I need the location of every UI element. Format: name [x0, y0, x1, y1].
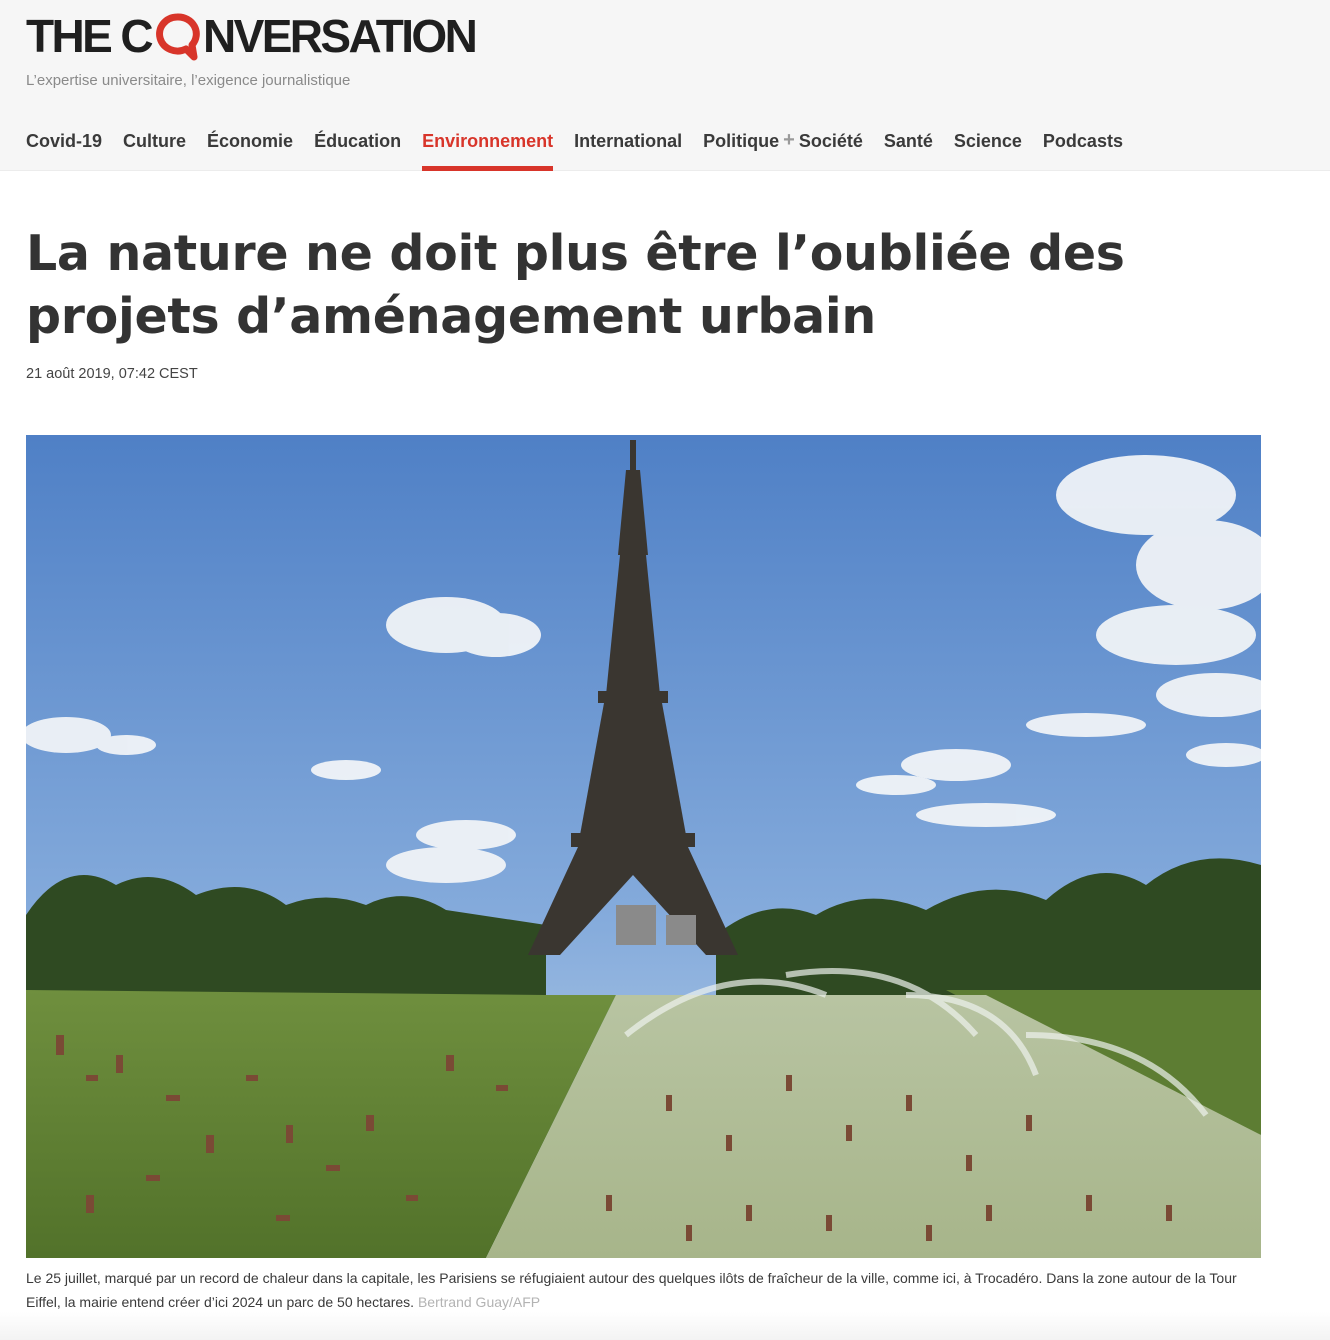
- nav-item-science[interactable]: Science: [954, 118, 1022, 170]
- logo-text-left: THE C: [26, 10, 154, 62]
- image-caption: Le 25 juillet, marqué par un record de c…: [26, 1266, 1261, 1314]
- site-tagline: L’expertise universitaire, l’exigence jo…: [26, 72, 351, 89]
- nav-item-education[interactable]: Éducation: [314, 118, 401, 170]
- site-logo[interactable]: THE C NVERSATION: [26, 10, 478, 62]
- nav-item-international[interactable]: International: [574, 118, 682, 170]
- nav-item-economie[interactable]: Économie: [207, 118, 293, 170]
- article-title: La nature ne doit plus être l’oubliée de…: [26, 225, 1125, 345]
- article-date: 21 août 2019, 07:42 CEST: [26, 366, 198, 382]
- nav-item-politique[interactable]: Politique: [703, 118, 779, 170]
- nav-item-environnement[interactable]: Environnement: [422, 118, 554, 171]
- section-nav: Covid-19 Culture Économie Éducation Envi…: [26, 118, 1144, 171]
- nav-plus-separator: +: [783, 129, 795, 151]
- masthead: THE C NVERSATION L’expertise universitai…: [0, 0, 1330, 171]
- nav-item-societe[interactable]: Société: [799, 118, 863, 170]
- nav-item-sante[interactable]: Santé: [884, 118, 933, 170]
- nav-item-covid-19[interactable]: Covid-19: [26, 118, 102, 170]
- page-bottom-fade: [0, 1312, 1330, 1340]
- logo-text-right: NVERSATION: [203, 10, 478, 62]
- caption-text: Le 25 juillet, marqué par un record de c…: [26, 1270, 1237, 1310]
- nav-item-podcasts[interactable]: Podcasts: [1043, 118, 1123, 170]
- photo-credit: Bertrand Guay/AFP: [417, 1294, 541, 1310]
- speech-bubble-icon: [152, 11, 202, 61]
- nav-item-culture[interactable]: Culture: [123, 118, 186, 170]
- article-hero-image: [26, 435, 1261, 1258]
